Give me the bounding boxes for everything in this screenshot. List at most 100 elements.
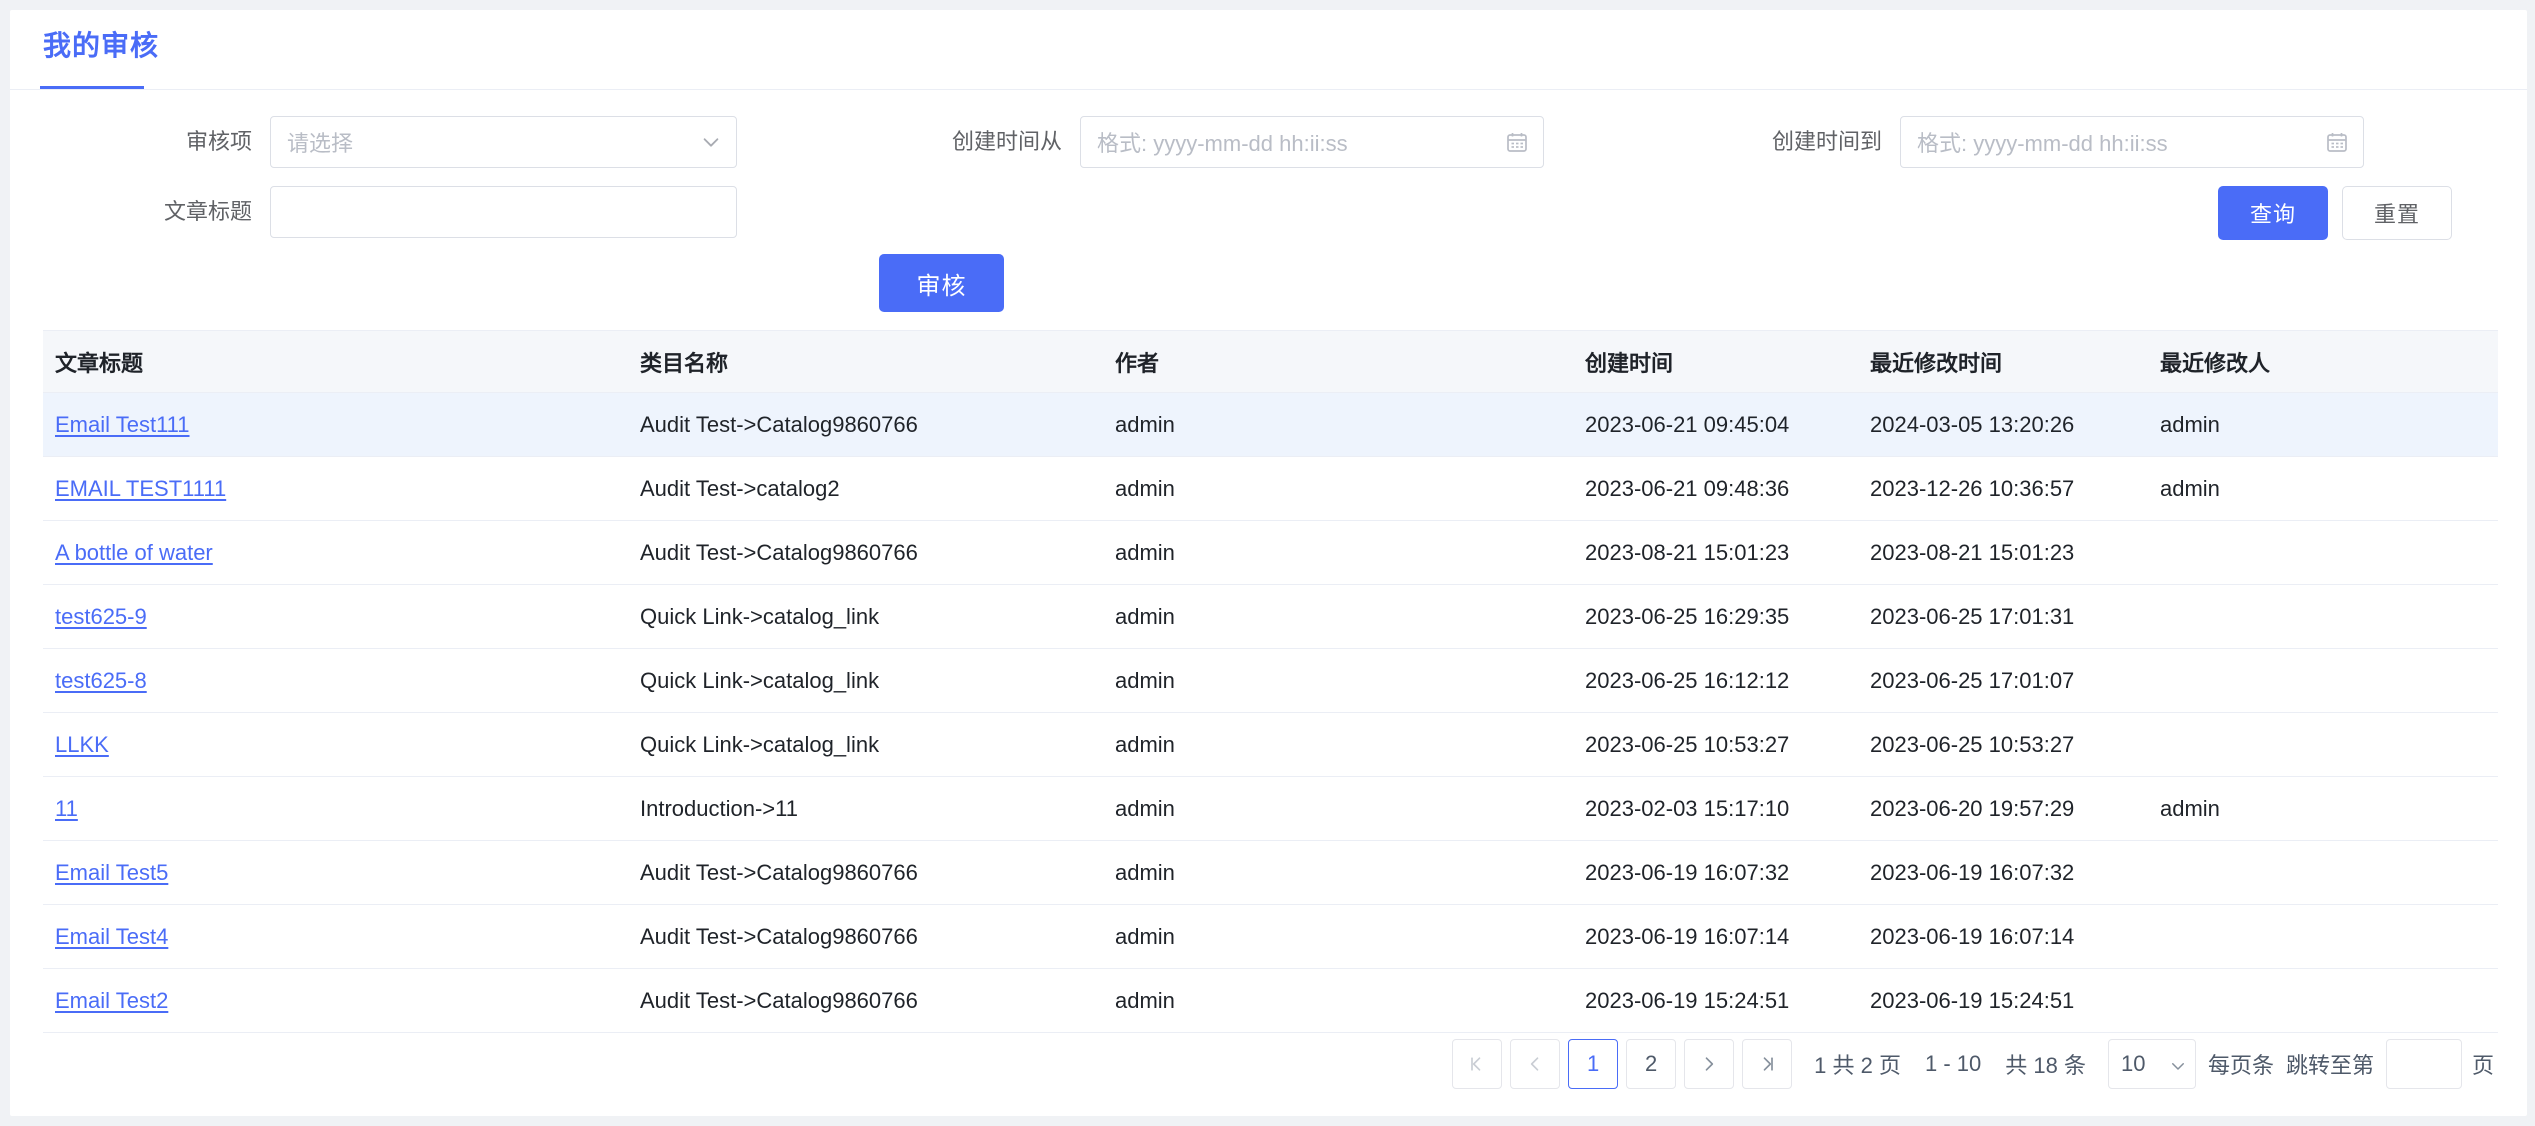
cell-modified: 2023-08-21 15:01:23 [1858,520,2148,585]
tab-active-underline [40,86,144,89]
chevron-right-icon[interactable] [1684,1039,1735,1089]
cell-author: admin [1103,648,1573,713]
audit-table-wrapper: 文章标题 类目名称 作者 创建时间 最近修改时间 最近修改人 Email Tes… [43,330,2498,1033]
table-row[interactable]: Email Test5 Audit Test->Catalog9860766 adm… [43,840,2498,905]
cell-modified: 2023-06-19 16:07:32 [1858,840,2148,905]
created-from-placeholder: 格式: yyyy-mm-dd hh:ii:ss [1097,131,1348,156]
cell-modified: 2023-12-26 10:36:57 [1858,456,2148,521]
cell-author: admin [1103,776,1573,841]
audit-button[interactable]: 审核 [879,254,1004,312]
cell-created: 2023-06-19 16:07:32 [1573,840,1858,905]
table-row[interactable]: EMAIL TEST1111 Audit Test->catalog2 admin 2… [43,456,2498,521]
table-row[interactable]: test625-8 Quick Link->catalog_link admin 20… [43,648,2498,713]
cell-modified: 2023-06-25 17:01:07 [1858,648,2148,713]
label-audit-item: 审核项 [185,129,252,154]
filter-form: 审核项 请选择 文章标题 创建时间从 格式: yyyy-mm-dd hh:ii:… [10,90,2527,252]
jump-to-label: 跳转至第 [2285,1053,2374,1078]
article-title-link[interactable]: test625-9 [55,604,147,629]
table-row[interactable]: Email Test111 Audit Test->Catalog9860766 a… [43,392,2498,457]
cell-modifier [2148,648,2498,713]
double-chevron-left-icon[interactable] [1452,1039,1503,1089]
page-background: 我的审核 审核项 请选择 文章标题 创建时间从 格式: yyyy-mm-dd h… [0,0,2535,1126]
cell-created: 2023-06-19 15:24:51 [1573,968,1858,1033]
jump-to-page-input[interactable] [2385,1039,2462,1089]
cell-created: 2023-06-25 16:12:12 [1573,648,1858,713]
cell-author: admin [1103,840,1573,905]
article-title-link[interactable]: A bottle of water [55,540,213,565]
cell-title: Email Test111 [43,392,628,457]
column-header-catalog[interactable]: 类目名称 [628,330,1103,393]
cell-author: admin [1103,968,1573,1033]
reset-button[interactable]: 重置 [2342,186,2452,240]
article-title-link[interactable]: test625-8 [55,668,147,693]
cell-created: 2023-02-03 15:17:10 [1573,776,1858,841]
article-title-link[interactable]: EMAIL TEST1111 [55,476,226,501]
cell-title: test625-9 [43,584,628,649]
page-button-2[interactable]: 2 [1626,1039,1677,1089]
table-row[interactable]: A bottle of water Audit Test->Catalog9860… [43,520,2498,585]
article-title-link[interactable]: Email Test111 [55,412,190,437]
column-header-modified[interactable]: 最近修改时间 [1858,330,2148,393]
column-header-title[interactable]: 文章标题 [43,330,628,393]
query-button[interactable]: 查询 [2218,186,2328,240]
created-from-input[interactable]: 格式: yyyy-mm-dd hh:ii:ss [1080,116,1544,168]
article-title-link[interactable]: Email Test5 [55,860,168,885]
cell-catalog: Audit Test->Catalog9860766 [628,392,1103,457]
table-row[interactable]: Email Test2 Audit Test->Catalog9860766 adm… [43,968,2498,1033]
cell-catalog: Quick Link->catalog_link [628,648,1103,713]
cell-modified: 2024-03-05 13:20:26 [1858,392,2148,457]
cell-author: admin [1103,584,1573,649]
pagination-range-info: 1 - 10 [1924,1051,1982,1076]
table-head: 文章标题 类目名称 作者 创建时间 最近修改时间 最近修改人 [43,330,2498,393]
content-card: 我的审核 审核项 请选择 文章标题 创建时间从 格式: yyyy-mm-dd h… [10,10,2527,1116]
pagination-page-info: 1 共 2 页 [1814,1053,1901,1078]
cell-author: admin [1103,904,1573,969]
page-button-1[interactable]: 1 [1568,1039,1619,1089]
tab-my-audit[interactable]: 我的审核 [43,26,159,82]
cell-author: admin [1103,392,1573,457]
cell-author: admin [1103,712,1573,777]
cell-created: 2023-06-25 10:53:27 [1573,712,1858,777]
field-created-from: 创建时间从 格式: yyyy-mm-dd hh:ii:ss [930,116,1544,168]
cell-created: 2023-06-25 16:29:35 [1573,584,1858,649]
table-row[interactable]: Email Test4 Audit Test->Catalog9860766 adm… [43,904,2498,969]
cell-author: admin [1103,456,1573,521]
calendar-icon[interactable] [2325,130,2349,154]
column-header-author[interactable]: 作者 [1103,330,1573,393]
article-title-link[interactable]: Email Test2 [55,988,168,1013]
cell-modified: 2023-06-19 16:07:14 [1858,904,2148,969]
pagination-total-info: 共 18 条 [2005,1053,2086,1078]
cell-catalog: Audit Test->Catalog9860766 [628,968,1103,1033]
tab-my-audit-label: 我的审核 [43,30,160,61]
article-title-input[interactable] [270,186,737,238]
created-to-input[interactable]: 格式: yyyy-mm-dd hh:ii:ss [1900,116,2364,168]
audit-item-select[interactable]: 请选择 [270,116,737,168]
cell-title: test625-8 [43,648,628,713]
chevron-left-icon[interactable] [1510,1039,1561,1089]
cell-modifier [2148,904,2498,969]
page-size-select[interactable]: 10 [2107,1039,2196,1089]
table-row[interactable]: 11 Introduction->11 admin 2023-02-03 15:17:… [43,776,2498,841]
double-chevron-right-icon[interactable] [1742,1039,1793,1089]
chevron-down-icon [700,131,722,153]
cell-modifier [2148,584,2498,649]
cell-modified: 2023-06-25 17:01:31 [1858,584,2148,649]
cell-modifier: admin [2148,392,2498,457]
table-row[interactable]: test625-9 Quick Link->catalog_link admin 20… [43,584,2498,649]
field-created-to: 创建时间到 格式: yyyy-mm-dd hh:ii:ss [1750,116,2364,168]
cell-modifier: admin [2148,456,2498,521]
article-title-link[interactable]: 11 [55,796,78,821]
cell-created: 2023-06-19 16:07:14 [1573,904,1858,969]
table-row[interactable]: LLKK Quick Link->catalog_link admin 2023-06… [43,712,2498,777]
cell-modifier [2148,712,2498,777]
cell-created: 2023-06-21 09:45:04 [1573,392,1858,457]
article-title-link[interactable]: Email Test4 [55,924,168,949]
cell-catalog: Quick Link->catalog_link [628,584,1103,649]
cell-catalog: Audit Test->Catalog9860766 [628,840,1103,905]
article-title-link[interactable]: LLKK [55,732,109,757]
calendar-icon[interactable] [1505,130,1529,154]
field-article-title: 文章标题 [150,186,737,238]
column-header-modifier[interactable]: 最近修改人 [2148,330,2498,393]
column-header-created[interactable]: 创建时间 [1573,330,1858,393]
cell-modified: 2023-06-25 10:53:27 [1858,712,2148,777]
